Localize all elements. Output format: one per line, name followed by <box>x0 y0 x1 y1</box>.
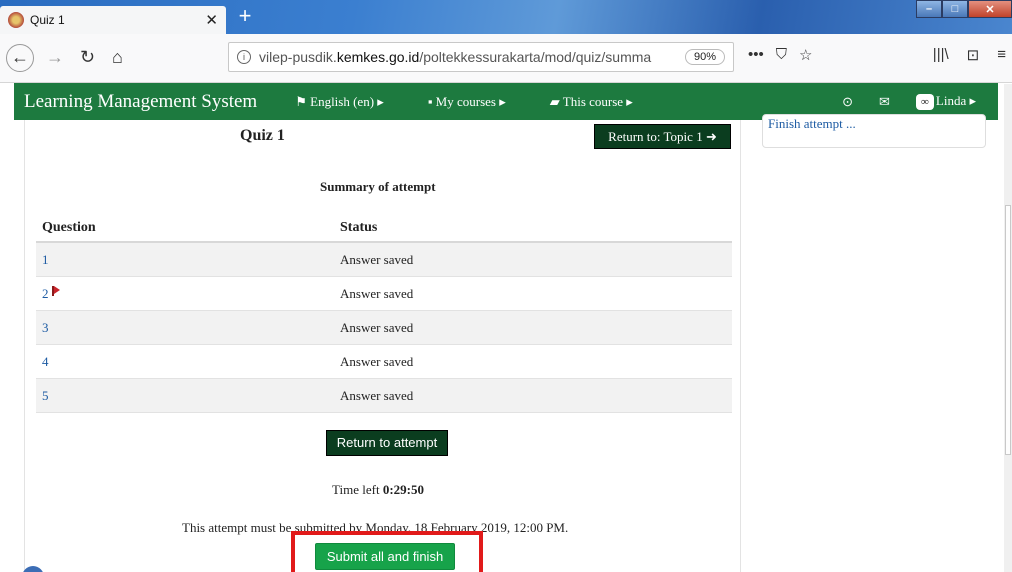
browser-nav-bar: ← → ↻ ⌂ i vilep-pusdik.kemkes.go.id/polt… <box>0 34 1012 83</box>
browser-tab[interactable]: Quiz 1 ✕ <box>0 6 226 34</box>
question-status: Answer saved <box>340 285 414 301</box>
return-to-attempt-button[interactable]: Return to attempt <box>326 430 448 456</box>
messages-icon[interactable]: ✉ <box>879 94 890 110</box>
table-row: 3 Answer saved <box>36 311 732 345</box>
question-link[interactable]: 4 <box>42 354 49 369</box>
info-icon[interactable]: i <box>237 50 251 64</box>
scrollbar-thumb[interactable] <box>1005 205 1011 455</box>
table-row: 2 Answer saved <box>36 277 732 311</box>
close-window-button[interactable]: ✕ <box>968 0 1012 18</box>
question-link[interactable]: 5 <box>42 388 49 403</box>
avatar: ∞ <box>915 94 934 110</box>
menu-my-courses[interactable]: ▪ My courses ▸ <box>428 94 506 110</box>
forward-button[interactable]: → <box>46 46 64 68</box>
table-row: 5 Answer saved <box>36 379 732 413</box>
pocket-icon[interactable]: ⛉ <box>776 46 787 64</box>
new-tab-button[interactable]: + <box>234 4 256 28</box>
user-menu[interactable]: ∞ Linda ▸ <box>915 93 976 110</box>
minimize-button[interactable]: – <box>916 0 942 18</box>
more-actions-icon[interactable]: ••• <box>748 46 764 64</box>
content-border <box>24 120 25 572</box>
return-to-topic-button[interactable]: Return to: Topic 1 ➜ <box>594 124 731 149</box>
page-title: Quiz 1 <box>240 127 285 144</box>
column-header-status: Status <box>340 220 378 235</box>
table-row: 1 Answer saved <box>36 243 732 277</box>
tab-title: Quiz 1 <box>30 13 65 27</box>
tab-close-icon[interactable]: ✕ <box>205 11 218 29</box>
question-status: Answer saved <box>340 353 414 369</box>
column-divider <box>740 120 741 572</box>
summary-heading: Summary of attempt <box>320 179 436 194</box>
column-header-question: Question <box>42 220 96 235</box>
browser-tab-bar: Quiz 1 ✕ + – □ ✕ <box>0 0 1012 34</box>
flag-icon <box>51 285 60 296</box>
library-icon[interactable]: |||\ <box>933 46 949 64</box>
bookmark-star-icon[interactable]: ☆ <box>799 46 812 64</box>
finish-attempt-link[interactable]: Finish attempt ... <box>768 116 856 132</box>
menu-this-course[interactable]: ▰ This course ▸ <box>550 94 633 110</box>
notifications-icon[interactable]: ⊙ <box>842 94 853 110</box>
book-icon: ▰ <box>549 93 560 109</box>
hamburger-menu-icon[interactable]: ≡ <box>997 46 1006 64</box>
time-left-value: 0:29:50 <box>382 482 424 497</box>
question-link[interactable]: 2 <box>42 286 49 301</box>
window-controls: – □ ✕ <box>916 0 1012 18</box>
browser-tools: |||\ ⊡ ≡ <box>933 46 1006 64</box>
question-status: Answer saved <box>340 319 414 335</box>
question-link[interactable]: 1 <box>42 252 49 267</box>
zoom-level[interactable]: 90% <box>684 49 725 65</box>
page-actions: ••• ⛉ ☆ <box>748 46 812 64</box>
question-status: Answer saved <box>340 387 414 403</box>
time-left: Time left 0:29:50 <box>332 482 424 497</box>
table-header: Question Status <box>36 215 732 243</box>
table-row: 4 Answer saved <box>36 345 732 379</box>
reload-button[interactable]: ↻ <box>80 46 95 68</box>
briefcase-icon: ▪ <box>427 93 433 109</box>
url-text: vilep-pusdik.kemkes.go.id/poltekkessurak… <box>259 49 652 65</box>
site-brand[interactable]: Learning Management System <box>14 91 257 113</box>
home-icon[interactable]: ⌂ <box>112 46 123 68</box>
question-status: Answer saved <box>340 251 414 267</box>
sidebar-toggle-icon[interactable]: ⊡ <box>967 46 980 64</box>
back-button[interactable]: ← <box>6 44 34 72</box>
flag-icon: ⚑ <box>295 93 307 109</box>
menu-language[interactable]: ⚑ English (en) ▸ <box>295 94 384 110</box>
maximize-button[interactable]: □ <box>942 0 968 18</box>
submit-all-and-finish-button[interactable]: Submit all and finish <box>315 543 455 570</box>
site-favicon-icon <box>8 12 24 28</box>
summary-table: Question Status 1 Answer saved 2 Answer … <box>36 215 732 413</box>
address-bar[interactable]: i vilep-pusdik.kemkes.go.id/poltekkessur… <box>228 42 734 72</box>
question-link[interactable]: 3 <box>42 320 49 335</box>
